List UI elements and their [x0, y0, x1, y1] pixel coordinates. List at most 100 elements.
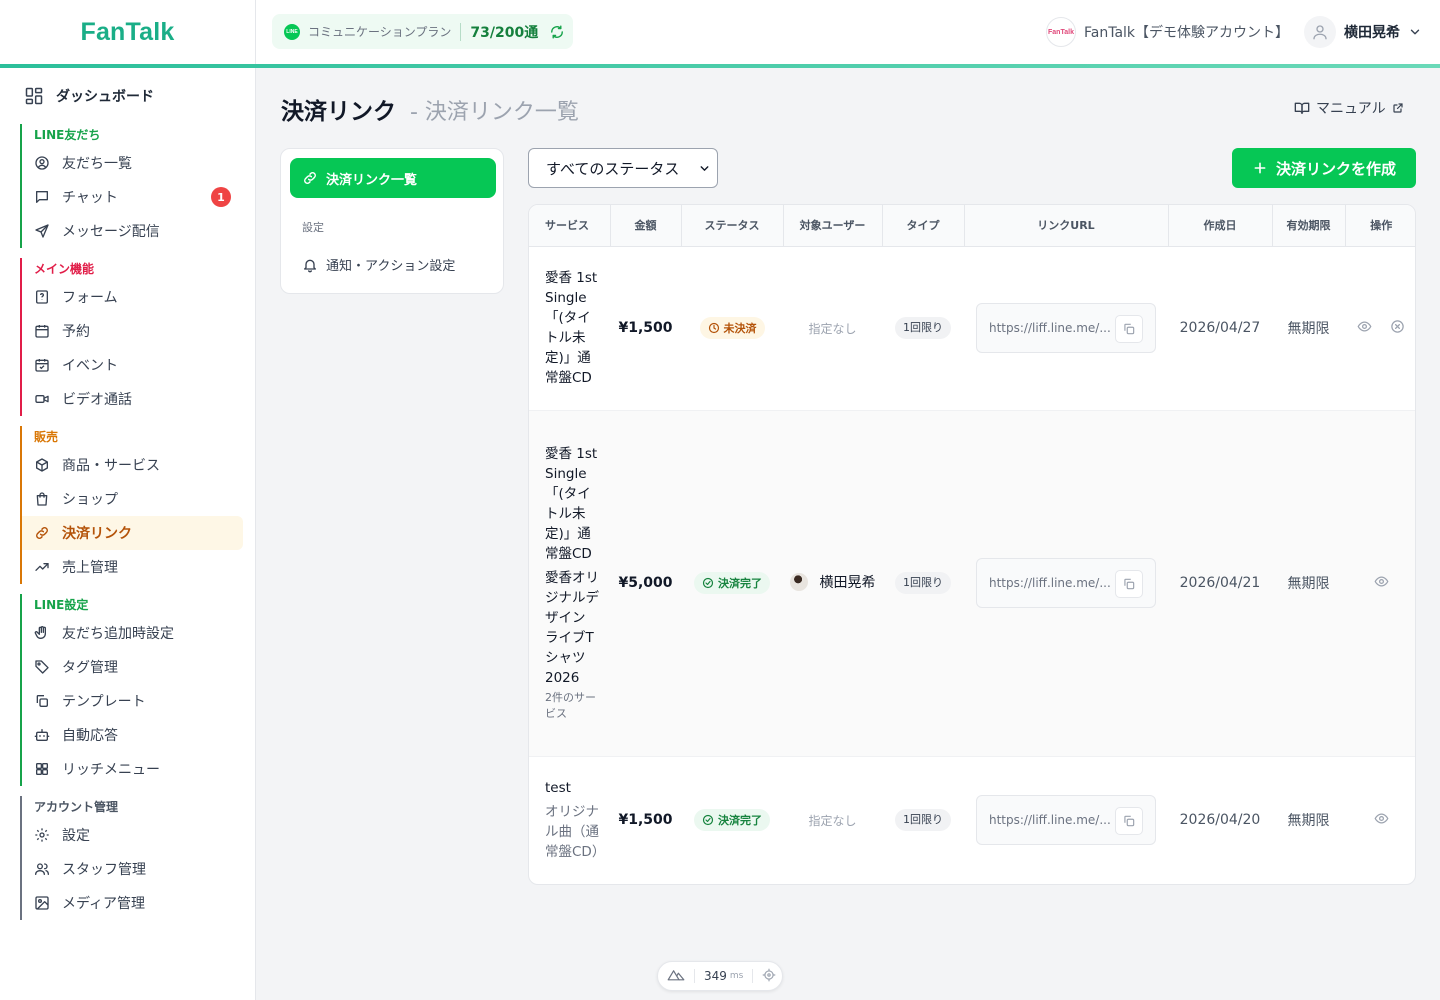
sidebar-group-title: LINE友だち	[34, 128, 101, 142]
column-header-target-user: 対象ユーザー	[783, 205, 883, 247]
copy-url-button[interactable]	[1115, 315, 1143, 343]
subnav-item-notification-settings[interactable]: 通知・アクション設定	[302, 255, 455, 274]
tag-icon	[34, 659, 50, 675]
copy-url-button[interactable]	[1115, 570, 1143, 598]
sidebar-item-reservation[interactable]: 予約	[22, 314, 243, 348]
sidebar-item-broadcast[interactable]: メッセージ配信	[22, 214, 243, 248]
sidebar-item-label: イベント	[62, 358, 118, 374]
service-name: 愛香 1st Single 「(タイトル未定)」通常盤CD	[545, 270, 598, 386]
sidebar-item-label: 自動応答	[62, 728, 118, 744]
cancel-circle-icon[interactable]	[1390, 319, 1405, 334]
crosshair-icon[interactable]	[762, 968, 776, 985]
eye-icon[interactable]	[1374, 811, 1389, 826]
target-user: 指定なし	[808, 813, 857, 828]
sidebar-item-sales-management[interactable]: 売上管理	[22, 550, 243, 584]
form-icon	[34, 289, 50, 305]
manual-link[interactable]: マニュアル	[1294, 98, 1404, 118]
created-date: 2026/04/21	[1179, 575, 1261, 591]
link-url-field[interactable]: https://liff.line.me/...	[976, 795, 1156, 846]
sidebar-item-label: 友だち一覧	[62, 156, 132, 172]
sidebar-item-settings[interactable]: 設定	[22, 818, 243, 852]
sidebar-item-rich-menu[interactable]: リッチメニュー	[22, 752, 243, 786]
target-user[interactable]: 横田晃希	[789, 572, 876, 592]
create-payment-link-button[interactable]: 決済リンクを作成	[1232, 148, 1416, 188]
sidebar-item-label: フォーム	[62, 290, 118, 306]
sidebar-item-chat[interactable]: チャット 1	[22, 180, 243, 214]
row-actions	[1365, 574, 1398, 589]
link-url-field[interactable]: https://liff.line.me/...	[976, 558, 1156, 608]
video-icon	[34, 391, 50, 407]
account-switcher[interactable]: Fan Talk FanTalk【デモ体験アカウント】	[1046, 17, 1289, 47]
amount: ¥1,500	[618, 812, 673, 829]
sidebar-item-auto-reply[interactable]: 自動応答	[22, 718, 243, 752]
account-avatar-text-1: Fan	[1048, 28, 1061, 36]
service-name: test	[545, 780, 571, 797]
link-icon	[34, 525, 50, 541]
table-row[interactable]: 愛香 1st Single 「(タイトル未定)」通常盤CD ¥1,500 未決済…	[529, 246, 1415, 411]
logo-area[interactable]: FanTalk	[0, 0, 256, 64]
row-actions	[1348, 319, 1414, 334]
expiry: 無期限	[1287, 813, 1330, 830]
page-title: 決済リンク - 決済リンク一覧	[281, 92, 579, 126]
link-url-field[interactable]: https://liff.line.me/...	[976, 303, 1156, 353]
status-badge: 決済完了	[694, 809, 770, 832]
check-circle-icon	[702, 814, 714, 826]
subnav-item-payment-link-list[interactable]: 決済リンク一覧	[290, 158, 496, 198]
user-menu[interactable]: 横田晃希	[1304, 16, 1422, 48]
sidebar-item-label: 設定	[62, 828, 90, 844]
sidebar-item-video-call[interactable]: ビデオ通話	[22, 382, 243, 416]
app-logo[interactable]: FanTalk	[80, 18, 174, 47]
eye-icon[interactable]	[1357, 319, 1372, 334]
account-name: FanTalk【デモ体験アカウント】	[1084, 25, 1290, 41]
sidebar-item-dashboard[interactable]: ダッシュボード	[24, 86, 154, 106]
service-name: 愛香 1st Single 「(タイトル未定)」通常盤CD	[545, 446, 598, 562]
sidebar-item-staff[interactable]: スタッフ管理	[22, 852, 243, 886]
perf-unit: ms	[729, 971, 744, 981]
sidebar-item-friend-add-settings[interactable]: 友だち追加時設定	[22, 616, 243, 650]
sidebar-item-products[interactable]: 商品・サービス	[22, 448, 243, 482]
sidebar-item-shop[interactable]: ショップ	[22, 482, 243, 516]
target-user-name: 横田晃希	[819, 574, 876, 591]
perf-separator	[694, 969, 695, 983]
chevron-down-icon	[698, 162, 711, 175]
table-row[interactable]: test オリジナル曲（通常盤CD） ¥1,500 決済完了 指定なし 1回限り…	[529, 756, 1415, 884]
status-badge: 決済完了	[694, 572, 770, 594]
chevron-down-icon[interactable]	[1408, 25, 1422, 39]
sidebar-item-friends[interactable]: 友だち一覧	[22, 146, 243, 180]
eye-icon[interactable]	[1374, 574, 1389, 589]
sidebar-item-label: 売上管理	[62, 560, 118, 576]
column-header-service: サービス	[529, 205, 611, 247]
table-row[interactable]: 愛香 1st Single 「(タイトル未定)」通常盤CD 愛香オリジナルデザイ…	[529, 410, 1415, 757]
column-header-type: タイプ	[882, 205, 965, 247]
sidebar-item-payment-links[interactable]: 決済リンク	[22, 516, 243, 550]
perf-separator	[752, 969, 754, 983]
sidebar-group-title: アカウント管理	[34, 800, 119, 814]
refresh-icon[interactable]	[550, 24, 564, 39]
sidebar-item-templates[interactable]: テンプレート	[22, 684, 243, 718]
user-circle-icon	[34, 155, 50, 171]
copy-url-button[interactable]	[1115, 807, 1143, 836]
create-button-label: 決済リンクを作成	[1275, 159, 1396, 178]
sidebar-group-sales: 販売 商品・サービス ショップ 決済リンク 売上管理	[20, 426, 243, 584]
sidebar-item-event[interactable]: イベント	[22, 348, 243, 382]
link-url-text: https://liff.line.me/...	[989, 321, 1111, 335]
sidebar-group-line-settings: LINE設定 友だち追加時設定 タグ管理 テンプレート 自動応答 リッチメニュー	[20, 594, 243, 786]
status-text: 決済完了	[718, 577, 762, 590]
created-date: 2026/04/27	[1179, 320, 1261, 336]
perf-indicator[interactable]: 349 ms	[657, 961, 783, 991]
column-header-status: ステータス	[681, 205, 784, 247]
sidebar-item-media[interactable]: メディア管理	[22, 886, 243, 920]
plan-separator	[460, 22, 462, 41]
column-header-actions: 操作	[1345, 205, 1415, 247]
service-cell: 愛香 1st Single 「(タイトル未定)」通常盤CD	[529, 246, 610, 411]
column-header-amount: 金額	[610, 205, 682, 247]
link-url-text: https://liff.line.me/...	[989, 576, 1111, 590]
sidebar-item-form[interactable]: フォーム	[22, 280, 243, 314]
book-icon	[1294, 100, 1310, 116]
account-avatar-text-2: Talk	[1060, 28, 1074, 36]
dashboard-icon	[24, 86, 44, 106]
status-badge: 未決済	[699, 317, 765, 339]
status-filter-select[interactable]: すべてのステータス	[528, 148, 718, 188]
sidebar-item-tags[interactable]: タグ管理	[22, 650, 243, 684]
sidebar-item-label: 友だち追加時設定	[62, 626, 174, 642]
